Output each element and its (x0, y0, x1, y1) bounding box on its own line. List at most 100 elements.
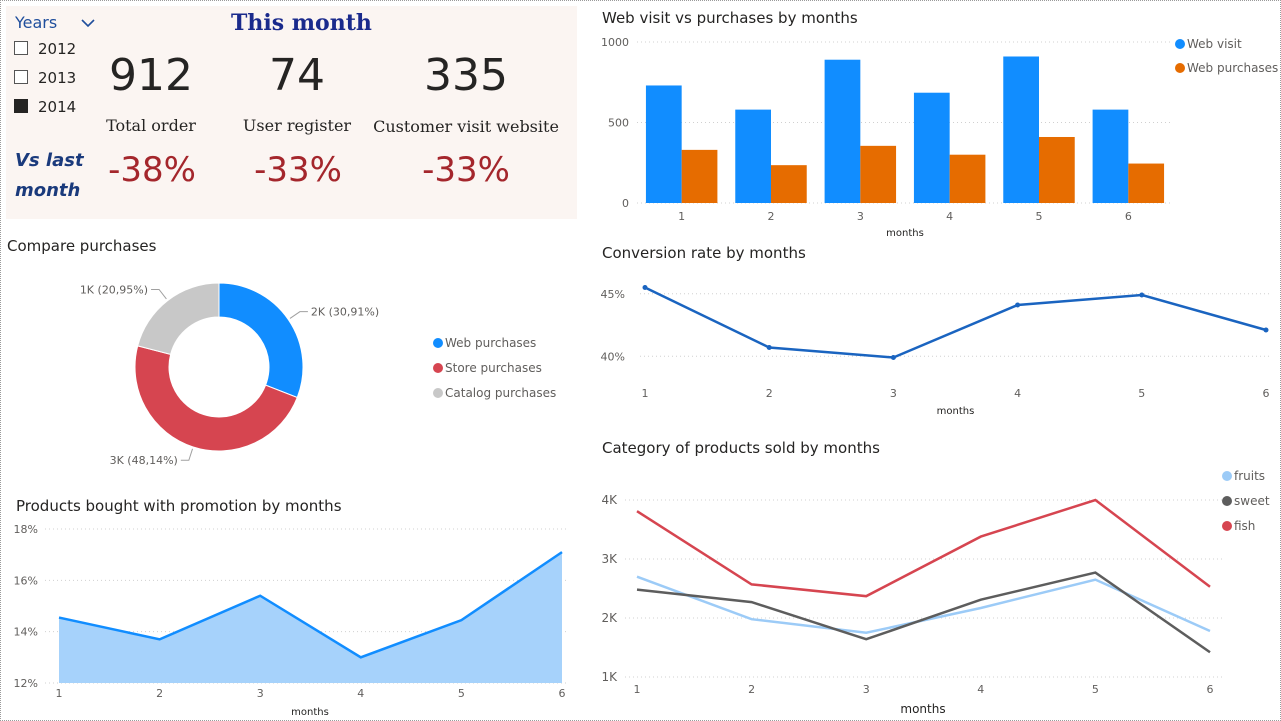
x-tick-label: 5 (1138, 387, 1145, 400)
x-tick-label: 3 (863, 683, 870, 696)
sweet-line (636, 571, 1211, 654)
y-tick-label: 500 (608, 117, 629, 130)
x-axis-title: months (886, 228, 924, 239)
legend-label: Web purchases (445, 336, 536, 350)
legend-marker (1222, 471, 1232, 481)
web-purchases-slice (218, 282, 304, 399)
checkbox-2012[interactable] (14, 41, 28, 55)
y-tick-label: 3K (601, 552, 618, 566)
y-tick-label: 40% (601, 350, 625, 363)
conversion-point (1015, 302, 1021, 308)
web-purchases-bar (681, 149, 718, 203)
x-axis-title: months (291, 707, 329, 718)
web-visit-bar (1003, 56, 1039, 204)
x-axis-title: months (900, 702, 945, 716)
web-visit-bar (1092, 109, 1129, 203)
x-tick-label: 2 (748, 683, 755, 696)
x-tick-label: 2 (768, 210, 775, 223)
kpi-panel: Years 2012 2013 2014 This month 912 74 3… (6, 6, 577, 219)
user-register-value: 74 (269, 50, 325, 101)
compare-purchases-title: Compare purchases (7, 237, 157, 255)
slice-data-label: 3K (48,14%) (110, 454, 178, 467)
x-tick-label: 1 (56, 687, 63, 700)
x-tick-label: 6 (1207, 683, 1214, 696)
y-tick-label: 0 (622, 197, 629, 210)
y-tick-label: 18% (14, 523, 38, 536)
legend-label: sweet (1234, 494, 1270, 508)
x-axis-title: months (937, 406, 975, 417)
promotion-area (59, 552, 562, 683)
x-tick-label: 4 (946, 210, 953, 223)
legend-label: Catalog purchases (445, 386, 556, 400)
y-tick-label: 45% (601, 288, 625, 301)
x-tick-label: 5 (1036, 210, 1043, 223)
legend-marker (433, 363, 443, 373)
legend-marker (1222, 496, 1232, 506)
web-purchases-bar (771, 165, 807, 203)
conversion-rate-title: Conversion rate by months (602, 244, 806, 262)
category-products-line-chart[interactable]: 1K 2K 3K 4K fruits sweet fish 1 2 3 4 5 6 months (590, 460, 1280, 720)
legend-label: Web visit (1187, 37, 1242, 51)
y-tick-label: 1000 (601, 36, 629, 49)
x-tick-label: 3 (890, 387, 897, 400)
x-tick-label: 4 (977, 683, 984, 696)
legend-marker (433, 388, 443, 398)
x-tick-label: 6 (1125, 210, 1132, 223)
x-tick-label: 1 (634, 683, 641, 696)
web-visit-chart-title: Web visit vs purchases by months (602, 9, 858, 27)
leader-line (151, 288, 167, 300)
x-tick-label: 3 (257, 687, 264, 700)
x-tick-label: 4 (1014, 387, 1021, 400)
legend-marker (433, 338, 443, 348)
conversion-rate-line (644, 286, 1267, 359)
catalog-purchases-slice (137, 282, 220, 356)
x-tick-label: 5 (1092, 683, 1099, 696)
conversion-rate-line-chart[interactable]: 40% 45% 1 2 3 4 5 6 months (590, 265, 1280, 420)
compare-purchases-donut-chart[interactable]: 2K (30,91%) 3K (48,14%) 1K (20,95%) Web pur… (0, 260, 580, 475)
x-tick-label: 2 (156, 687, 163, 700)
leader-line (180, 448, 194, 461)
y-tick-label: 4K (601, 493, 618, 507)
web-purchases-bar (1039, 136, 1075, 203)
fish-line (636, 498, 1211, 598)
web-visit-bar (645, 85, 682, 203)
x-tick-label: 1 (678, 210, 685, 223)
x-tick-label: 6 (559, 687, 566, 700)
y-tick-label: 1K (601, 670, 618, 684)
year-slicer-title: Years (15, 13, 58, 32)
web-purchases-bar (1128, 163, 1165, 203)
this-month-title: This month (231, 10, 372, 36)
y-tick-label: 16% (14, 574, 38, 587)
slice-data-label: 1K (20,95%) (80, 283, 148, 296)
x-tick-label: 1 (642, 387, 649, 400)
legend-label: Web purchases (1187, 61, 1278, 75)
category-chart-title: Category of products sold by months (602, 439, 880, 457)
conversion-point (642, 285, 648, 290)
chevron-down-icon[interactable] (80, 15, 96, 31)
legend-marker (1222, 521, 1232, 531)
checkbox-2014[interactable] (14, 99, 28, 113)
y-tick-label: 12% (14, 677, 38, 690)
x-tick-label: 4 (357, 687, 364, 700)
web-purchases-bar (860, 145, 897, 203)
promotion-chart-title: Products bought with promotion by months (16, 497, 342, 515)
y-tick-label: 2K (601, 611, 618, 625)
fruits-line (636, 575, 1211, 635)
legend-label: fish (1234, 519, 1255, 533)
conversion-point (890, 355, 896, 360)
web-visit-bar (913, 92, 950, 203)
leader-line (289, 311, 308, 319)
legend-label: fruits (1234, 469, 1265, 483)
checkbox-2013[interactable] (14, 70, 28, 84)
y-tick-label: 14% (14, 626, 38, 639)
web-visit-bar (735, 109, 771, 203)
web-visit-vs-purchases-chart[interactable]: 0 500 1000 1 2 3 4 5 6 months Web visit Web purchas… (590, 30, 1280, 245)
conversion-point (1139, 292, 1145, 298)
x-tick-label: 5 (458, 687, 465, 700)
user-register-change: -33% (254, 150, 342, 190)
customer-visit-label: Customer visit website (373, 117, 559, 136)
promotion-area-chart[interactable]: 12% 14% 16% 18% 1 2 3 4 5 6 months (0, 515, 580, 720)
x-tick-label: 3 (857, 210, 864, 223)
x-tick-label: 6 (1263, 387, 1270, 400)
web-purchases-bar (949, 154, 986, 203)
